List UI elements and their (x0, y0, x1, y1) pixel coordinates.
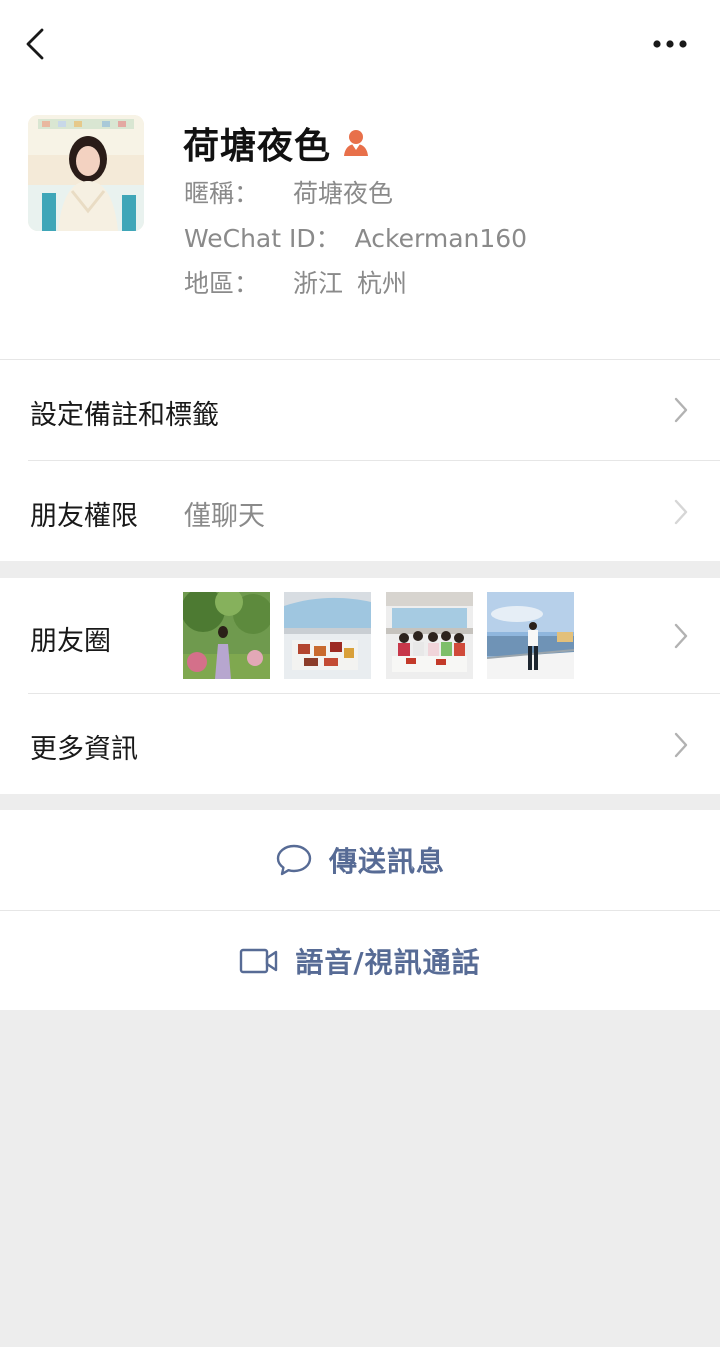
more-info-row[interactable]: 更多資訊 (0, 694, 720, 794)
moments-photo[interactable] (386, 592, 473, 679)
wechat-id-label: WeChat ID： (184, 224, 341, 253)
send-message-button[interactable]: 傳送訊息 (0, 810, 720, 910)
profile-page: 荷塘夜色 暱稱： 荷塘夜色 WeChat ID： Ackerman160 地區： 浙江… (0, 0, 720, 1010)
send-message-label: 傳送訊息 (328, 845, 445, 878)
more-info-label: 更多資訊 (30, 734, 138, 765)
chevron-right-icon (674, 397, 688, 423)
profile-header: 荷塘夜色 (183, 118, 371, 168)
profile-name: 荷塘夜色 (183, 126, 332, 167)
nickname-label: 暱稱： (184, 179, 260, 208)
video-camera-icon (240, 948, 278, 974)
section-gap (0, 561, 720, 578)
region-province: 浙江 (293, 269, 344, 298)
nickname-value: 荷塘夜色 (293, 179, 394, 208)
moments-label: 朋友圈 (30, 626, 111, 657)
avatar[interactable] (28, 115, 144, 231)
chevron-right-icon (674, 732, 688, 758)
moments-photo[interactable] (183, 592, 270, 679)
region-line: 地區： 浙江 杭州 (184, 266, 407, 302)
region-label: 地區： (184, 269, 260, 298)
chevron-left-icon (26, 28, 44, 60)
friend-permissions-label: 朋友權限 (30, 501, 138, 532)
nickname-line: 暱稱： 荷塘夜色 (184, 176, 393, 212)
chat-bubble-icon (276, 844, 312, 876)
more-dots-icon (653, 40, 687, 48)
friend-permissions-value: 僅聊天 (184, 501, 265, 532)
chevron-right-icon (674, 623, 688, 649)
voice-video-call-button[interactable]: 語音/視訊通話 (0, 911, 720, 1011)
section-gap (0, 794, 720, 810)
wechat-id-line: WeChat ID： Ackerman160 (184, 221, 527, 257)
moments-photo[interactable] (487, 592, 574, 679)
voice-video-call-label: 語音/視訊通話 (295, 946, 481, 979)
back-button[interactable] (22, 26, 52, 62)
chevron-right-icon (674, 499, 688, 525)
moments-photo[interactable] (284, 592, 371, 679)
more-button[interactable] (648, 30, 692, 58)
female-user-icon (341, 128, 371, 158)
region-city: 杭州 (357, 269, 408, 298)
wechat-id-value[interactable]: Ackerman160 (355, 221, 527, 257)
friend-permissions-row[interactable]: 朋友權限 僅聊天 (0, 461, 720, 561)
remarks-tags-row[interactable]: 設定備註和標籤 (0, 360, 720, 460)
remarks-tags-label: 設定備註和標籤 (30, 400, 219, 431)
